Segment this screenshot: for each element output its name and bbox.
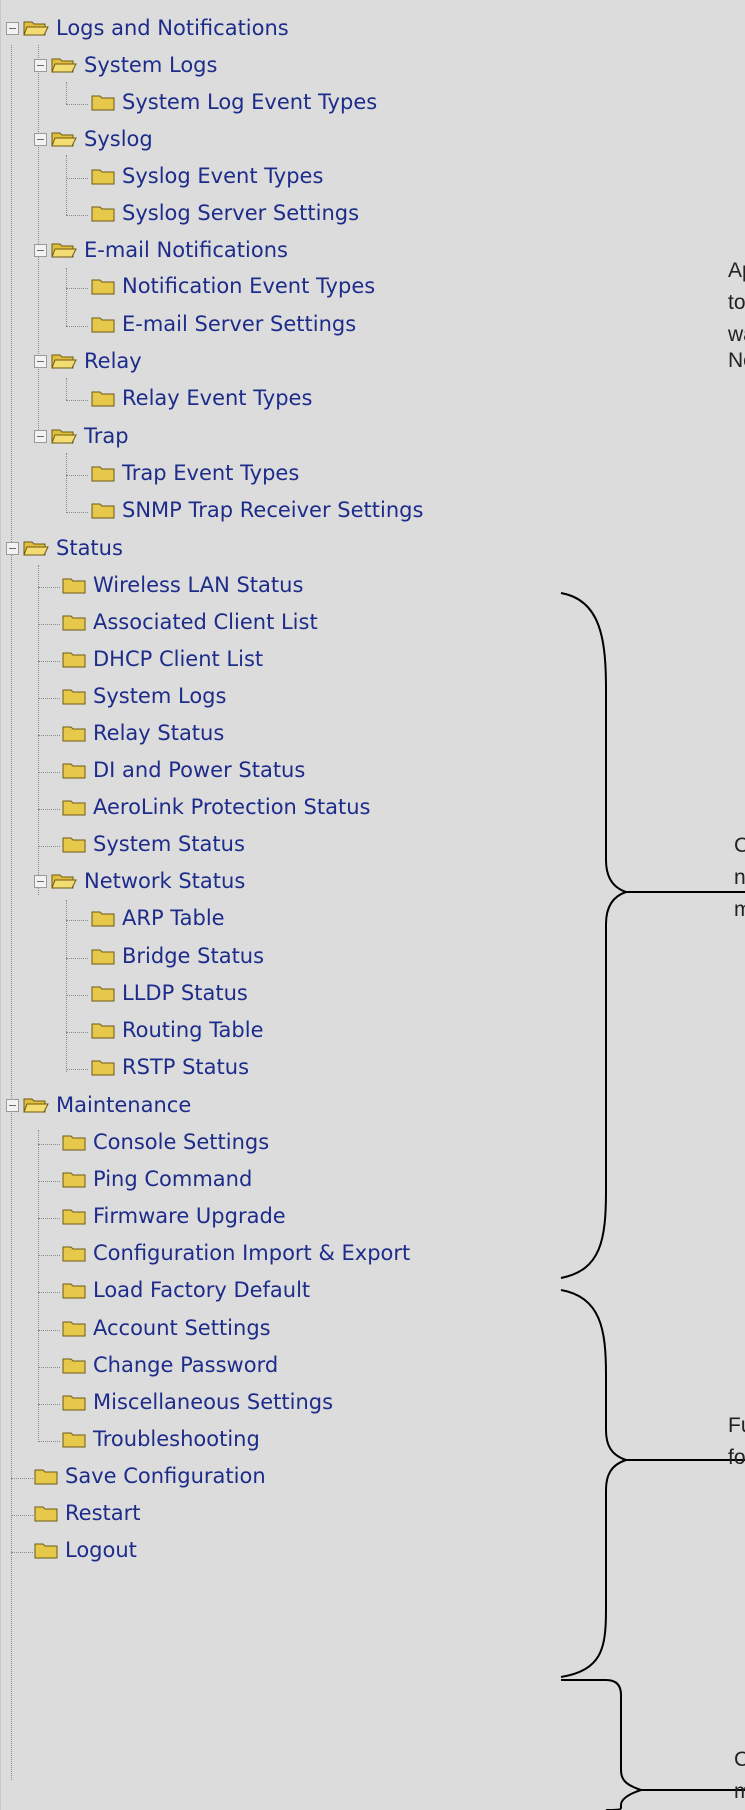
side-note-1: Ap to wa	[728, 255, 745, 351]
maintenance-bracket	[560, 1289, 630, 1678]
side-note-line: No	[728, 349, 745, 372]
page: Logs and Notifications System Logs Syste…	[0, 0, 745, 1810]
side-note-line: m	[734, 898, 745, 921]
side-note-2: No	[728, 345, 745, 377]
menu-tree-panel: Logs and Notifications System Logs Syste…	[0, 0, 745, 1810]
side-note-line: C	[734, 834, 745, 857]
side-note-5: C m	[734, 1744, 745, 1808]
status-bracket	[560, 592, 630, 1279]
bottom-bracket	[561, 1679, 645, 1810]
side-note-line: n	[734, 866, 745, 889]
side-note-4: Fu fo	[728, 1410, 745, 1474]
side-note-line: Fu	[728, 1414, 745, 1437]
side-note-3: C n m	[734, 830, 745, 926]
side-note-line: fo	[728, 1446, 745, 1469]
annotation-brackets	[560, 592, 745, 1810]
side-note-line: Ap	[728, 259, 745, 282]
side-note-line: to	[728, 291, 745, 314]
side-note-line: C	[734, 1748, 745, 1771]
side-note-line: m	[734, 1780, 745, 1803]
